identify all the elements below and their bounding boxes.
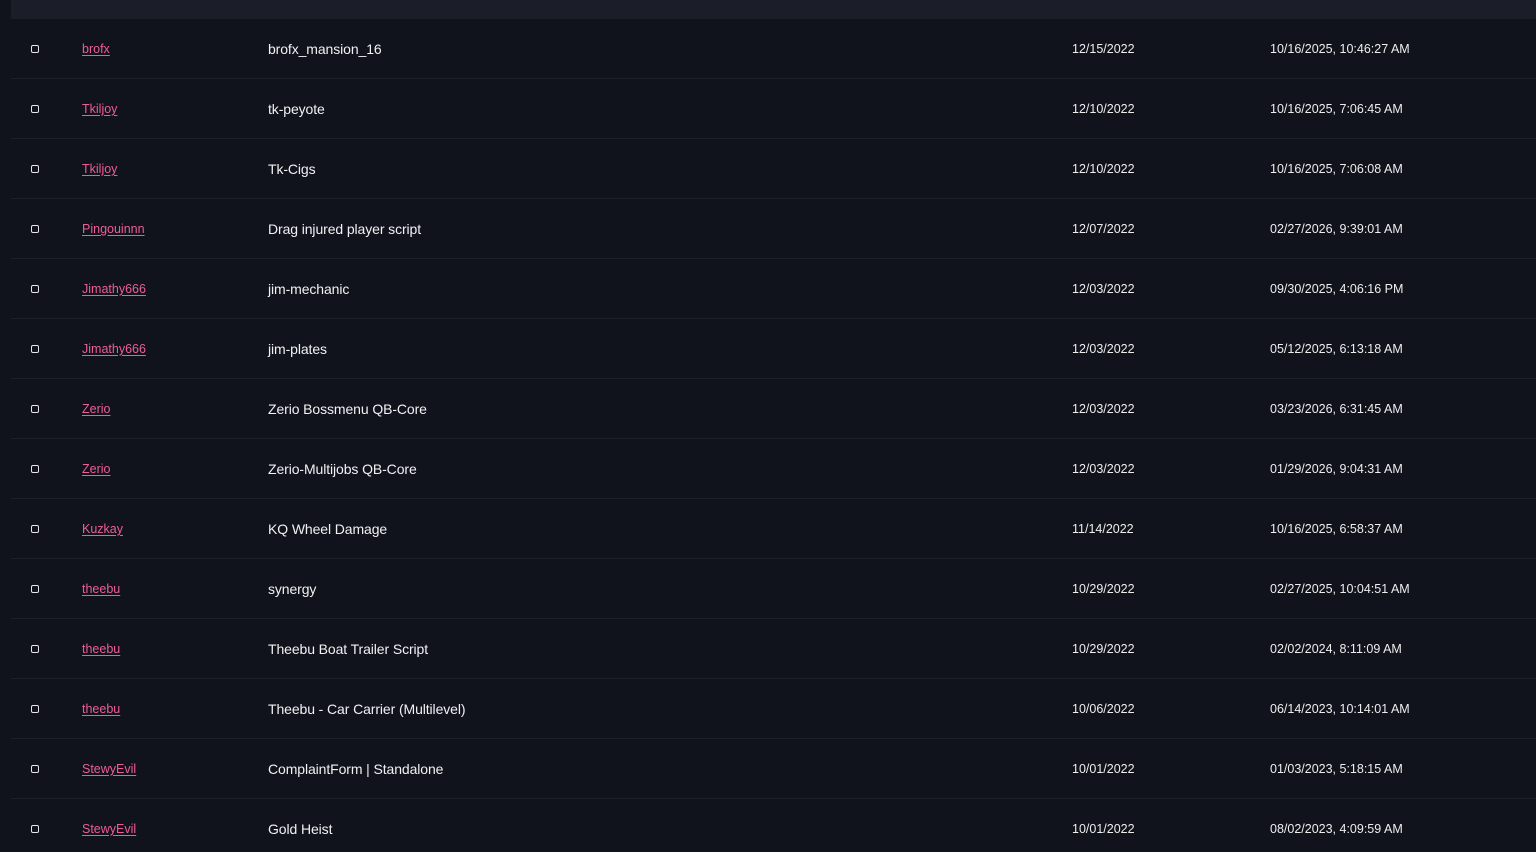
table-row: Zerio Zerio Bossmenu QB-Core 12/03/2022 … [11,379,1536,439]
row-select-checkbox[interactable] [31,165,39,173]
author-link[interactable]: Tkiljoy [82,162,117,176]
updated-datetime: 02/02/2024, 8:11:09 AM [1270,642,1402,656]
created-date: 12/03/2022 [1072,282,1135,296]
resource-name: Zerio-Multijobs QB-Core [268,461,417,477]
row-select-checkbox[interactable] [31,225,39,233]
created-date: 12/10/2022 [1072,102,1135,116]
table-row: brofx brofx_mansion_16 12/15/2022 10/16/… [11,19,1536,79]
row-select-checkbox[interactable] [31,465,39,473]
row-select-checkbox[interactable] [31,405,39,413]
updated-datetime: 09/30/2025, 4:06:16 PM [1270,282,1404,296]
updated-datetime: 01/29/2026, 9:04:31 AM [1270,462,1403,476]
updated-datetime: 08/02/2023, 4:09:59 AM [1270,822,1403,836]
table-row: Pingouinnn Drag injured player script 12… [11,199,1536,259]
row-select-checkbox[interactable] [31,285,39,293]
row-select-checkbox[interactable] [31,645,39,653]
author-link[interactable]: Tkiljoy [82,102,117,116]
resource-name: Drag injured player script [268,221,422,237]
table-row: Jimathy666 jim-plates 12/03/2022 05/12/2… [11,319,1536,379]
table-row: theebu synergy 10/29/2022 02/27/2025, 10… [11,559,1536,619]
table-row: StewyEvil ComplaintForm | Standalone 10/… [11,739,1536,799]
table-row: theebu Theebu Boat Trailer Script 10/29/… [11,619,1536,679]
updated-datetime: 03/23/2026, 6:31:45 AM [1270,402,1403,416]
author-link[interactable]: theebu [82,582,120,596]
resource-name: Theebu - Car Carrier (Multilevel) [268,701,466,717]
resource-name: KQ Wheel Damage [268,521,388,537]
row-select-checkbox[interactable] [31,825,39,833]
updated-datetime: 10/16/2025, 7:06:45 AM [1270,102,1403,116]
created-date: 12/03/2022 [1072,342,1135,356]
resource-name: jim-mechanic [268,281,350,297]
resource-name: jim-plates [268,341,327,357]
updated-datetime: 10/16/2025, 6:58:37 AM [1270,522,1403,536]
created-date: 10/01/2022 [1072,822,1135,836]
resource-name: ComplaintForm | Standalone [268,761,444,777]
updated-datetime: 06/14/2023, 10:14:01 AM [1270,702,1410,716]
table-header [11,0,1536,19]
created-date: 10/06/2022 [1072,702,1135,716]
resource-name: Theebu Boat Trailer Script [268,641,429,657]
resource-name: Gold Heist [268,821,333,837]
row-select-checkbox[interactable] [31,585,39,593]
table-row: Tkiljoy tk-peyote 12/10/2022 10/16/2025,… [11,79,1536,139]
row-select-checkbox[interactable] [31,525,39,533]
table-body: brofx brofx_mansion_16 12/15/2022 10/16/… [11,19,1536,852]
resource-name: synergy [268,581,317,597]
author-link[interactable]: brofx [82,42,110,56]
author-link[interactable]: StewyEvil [82,762,136,776]
author-link[interactable]: Zerio [82,462,110,476]
resource-name: Tk-Cigs [268,161,316,177]
author-link[interactable]: theebu [82,702,120,716]
resource-name: Zerio Bossmenu QB-Core [268,401,427,417]
resource-name: tk-peyote [268,101,325,117]
table-row: Kuzkay KQ Wheel Damage 11/14/2022 10/16/… [11,499,1536,559]
created-date: 10/29/2022 [1072,582,1135,596]
author-link[interactable]: Jimathy666 [82,282,146,296]
author-link[interactable]: Kuzkay [82,522,123,536]
row-select-checkbox[interactable] [31,105,39,113]
table-row: Jimathy666 jim-mechanic 12/03/2022 09/30… [11,259,1536,319]
author-link[interactable]: Pingouinnn [82,222,145,236]
updated-datetime: 10/16/2025, 10:46:27 AM [1270,42,1410,56]
updated-datetime: 05/12/2025, 6:13:18 AM [1270,342,1403,356]
created-date: 11/14/2022 [1072,522,1134,536]
created-date: 10/01/2022 [1072,762,1135,776]
author-link[interactable]: Zerio [82,402,110,416]
row-select-checkbox[interactable] [31,45,39,53]
created-date: 12/03/2022 [1072,462,1135,476]
author-link[interactable]: StewyEvil [82,822,136,836]
row-select-checkbox[interactable] [31,705,39,713]
resources-table: brofx brofx_mansion_16 12/15/2022 10/16/… [11,0,1536,852]
updated-datetime: 01/03/2023, 5:18:15 AM [1270,762,1403,776]
table-row: StewyEvil Gold Heist 10/01/2022 08/02/20… [11,799,1536,852]
table-row: Tkiljoy Tk-Cigs 12/10/2022 10/16/2025, 7… [11,139,1536,199]
created-date: 12/07/2022 [1072,222,1135,236]
resource-name: brofx_mansion_16 [268,41,382,57]
row-select-checkbox[interactable] [31,765,39,773]
created-date: 12/03/2022 [1072,402,1135,416]
author-link[interactable]: Jimathy666 [82,342,146,356]
updated-datetime: 02/27/2025, 10:04:51 AM [1270,582,1410,596]
table-row: Zerio Zerio-Multijobs QB-Core 12/03/2022… [11,439,1536,499]
created-date: 12/15/2022 [1072,42,1135,56]
created-date: 10/29/2022 [1072,642,1135,656]
updated-datetime: 02/27/2026, 9:39:01 AM [1270,222,1403,236]
created-date: 12/10/2022 [1072,162,1135,176]
updated-datetime: 10/16/2025, 7:06:08 AM [1270,162,1403,176]
row-select-checkbox[interactable] [31,345,39,353]
table-row: theebu Theebu - Car Carrier (Multilevel)… [11,679,1536,739]
author-link[interactable]: theebu [82,642,120,656]
